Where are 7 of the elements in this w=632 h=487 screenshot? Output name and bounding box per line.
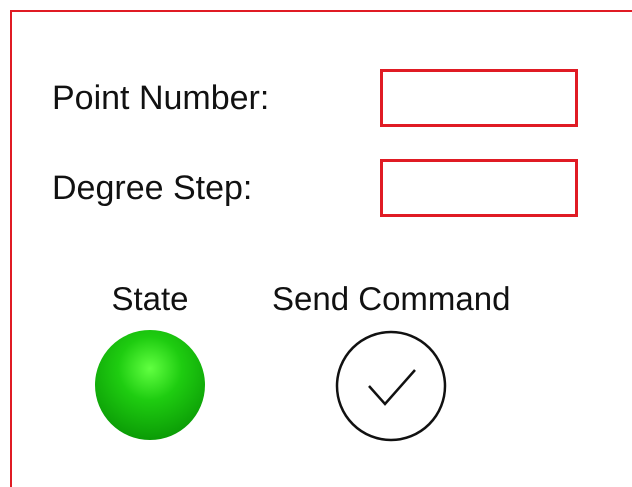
- field-label: Degree Step:: [52, 168, 254, 208]
- input-field[interactable]: [380, 69, 578, 127]
- send-command-label: Send Command: [272, 280, 510, 318]
- field-label: Point Number:: [52, 78, 270, 118]
- input-field[interactable]: [380, 159, 578, 217]
- state-label: State: [111, 280, 189, 318]
- checkmark-button[interactable]: [335, 330, 448, 442]
